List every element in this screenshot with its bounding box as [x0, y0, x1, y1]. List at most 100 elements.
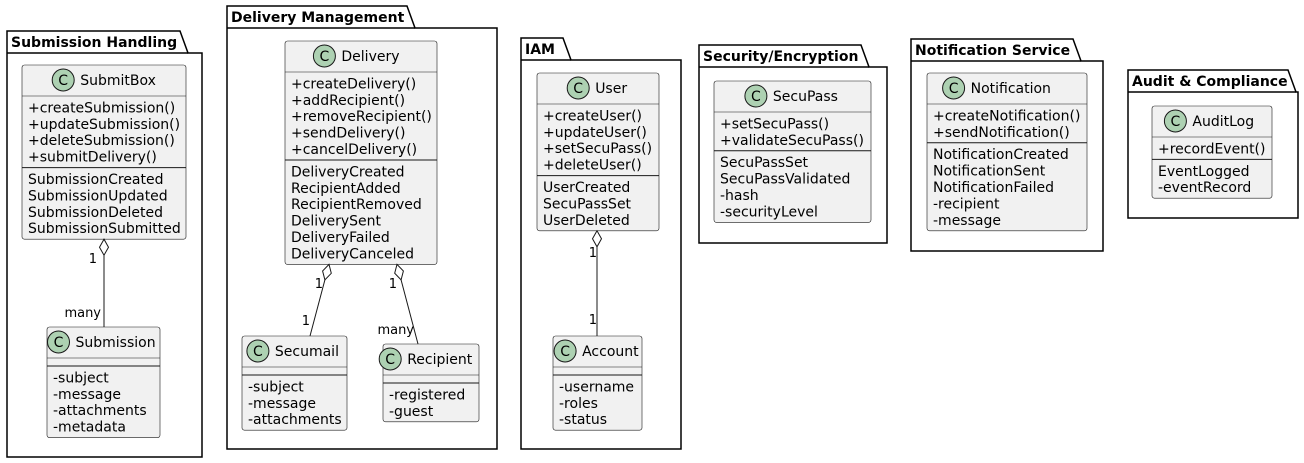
- class-stereotype-letter: C: [560, 344, 570, 360]
- class-name: Notification: [971, 81, 1051, 97]
- class-method: +cancelDelivery(): [291, 142, 417, 158]
- class-submitbox[interactable]: C SubmitBox +createSubmission()+updateSubm…: [21, 64, 187, 240]
- multiplicity-from: 1: [89, 252, 97, 267]
- package-security: Security/Encryption C SecuPass +setSecuPass…: [698, 44, 888, 244]
- class-method: +validateSecuPass(): [720, 133, 864, 149]
- class-method: +deleteUser(): [543, 158, 642, 174]
- class-name: SecuPass: [773, 89, 838, 105]
- class-method: +updateUser(): [543, 125, 647, 141]
- class-method: +submitDelivery(): [28, 150, 157, 166]
- class-method: +setSecuPass(): [543, 141, 652, 157]
- package-title: Submission Handling: [11, 35, 177, 51]
- class-name: User: [595, 81, 627, 97]
- package-iam: IAM C User +createUser()+updateUser()+setSe…: [520, 37, 682, 450]
- class-field: -message: [933, 213, 1001, 229]
- package-audit: Audit & Compliance C AuditLog +recordEvent(…: [1127, 69, 1299, 219]
- class-method: +sendDelivery(): [291, 126, 405, 142]
- multiplicity-to: 1: [589, 313, 597, 328]
- class-field: -status: [559, 412, 607, 428]
- class-submission[interactable]: C Submission -subject-message-attachments-…: [46, 326, 161, 438]
- class-method: +updateSubmission(): [28, 117, 180, 133]
- class-method: +addRecipient(): [291, 93, 405, 109]
- class-field: UserCreated: [543, 180, 630, 196]
- class-field: -message: [53, 387, 121, 403]
- class-field: UserDeleted: [543, 213, 630, 229]
- class-method: +createNotification(): [933, 108, 1080, 124]
- class-field: RecipientAdded: [291, 181, 401, 197]
- class-stereotype-letter: C: [751, 89, 761, 105]
- class-field: -message: [248, 396, 316, 412]
- class-method: +createUser(): [543, 108, 642, 124]
- class-stereotype-letter: C: [58, 73, 68, 89]
- class-field: -recipient: [933, 196, 1000, 212]
- class-field: -attachments: [53, 403, 147, 419]
- class-field: RecipientRemoved: [291, 197, 422, 213]
- class-user[interactable]: C User +createUser()+updateUser()+setSecuP…: [536, 72, 660, 232]
- package-delivery: Delivery Management C Delivery +createDeliv…: [226, 5, 498, 450]
- package-notification: Notification Service C Notification +create…: [910, 38, 1104, 252]
- class-field: -metadata: [53, 420, 126, 436]
- package-title: Notification Service: [915, 43, 1070, 59]
- class-field: -securityLevel: [720, 204, 818, 220]
- class-field: -eventRecord: [1158, 180, 1251, 196]
- class-method: +recordEvent(): [1158, 141, 1265, 157]
- class-field: DeliveryCanceled: [291, 246, 414, 262]
- class-method: +createSubmission(): [28, 100, 175, 116]
- class-field: -subject: [53, 370, 109, 386]
- package-title: Delivery Management: [231, 10, 405, 26]
- class-field: -roles: [559, 396, 598, 412]
- class-account[interactable]: C Account -username-roles-status: [552, 335, 643, 431]
- class-field: -hash: [720, 188, 759, 204]
- class-field: NotificationSent: [933, 164, 1046, 180]
- class-field: DeliveryCreated: [291, 164, 405, 180]
- multiplicity-from: 1: [589, 246, 597, 261]
- class-name: Secumail: [275, 344, 339, 360]
- class-field: -subject: [248, 379, 304, 395]
- class-field: SubmissionDeleted: [28, 205, 163, 221]
- class-name: Delivery: [341, 49, 399, 65]
- class-field: SubmissionSubmitted: [28, 221, 181, 237]
- multiplicity-to: many: [64, 306, 101, 321]
- class-field: SubmissionUpdated: [28, 188, 168, 204]
- class-stereotype-letter: C: [320, 49, 330, 65]
- class-auditlog[interactable]: C AuditLog +recordEvent() EventLogged-event…: [1151, 105, 1273, 199]
- class-method: +removeRecipient(): [291, 109, 432, 125]
- uml-class-diagram: Submission Handling C SubmitBox +createSubm…: [6, 5, 1299, 458]
- class-stereotype-letter: C: [385, 352, 395, 368]
- class-stereotype-letter: C: [573, 81, 583, 97]
- class-field: SecuPassSet: [720, 155, 809, 171]
- class-stereotype-letter: C: [949, 81, 959, 97]
- class-name: Account: [582, 344, 639, 360]
- class-field: -registered: [389, 387, 465, 403]
- package-title: IAM: [525, 42, 555, 58]
- class-stereotype-letter: C: [1171, 114, 1181, 130]
- class-field: -attachments: [248, 412, 342, 428]
- class-field: DeliverySent: [291, 214, 381, 230]
- class-field: -guest: [389, 404, 434, 420]
- class-method: +deleteSubmission(): [28, 133, 175, 149]
- class-recipient[interactable]: C Recipient -registered-guest: [378, 343, 480, 423]
- class-field: NotificationCreated: [933, 147, 1069, 163]
- class-field: SecuPassSet: [543, 196, 632, 212]
- class-method: +createDelivery(): [291, 76, 416, 92]
- package-title: Audit & Compliance: [1132, 74, 1288, 90]
- class-name: AuditLog: [1192, 114, 1254, 130]
- class-stereotype-letter: C: [253, 344, 263, 360]
- class-field: EventLogged: [1158, 164, 1250, 180]
- class-field: DeliveryFailed: [291, 230, 390, 246]
- multiplicity-to: many: [377, 323, 414, 338]
- class-name: SubmitBox: [80, 73, 156, 89]
- class-secupass[interactable]: C SecuPass +setSecuPass()+validateSecuPass…: [713, 80, 872, 223]
- class-notification[interactable]: C Notification +createNotification()+sendN…: [926, 72, 1088, 232]
- class-name: Recipient: [407, 352, 473, 368]
- class-name: Submission: [76, 335, 156, 351]
- class-method: +setSecuPass(): [720, 116, 829, 132]
- multiplicity-from: 1: [315, 277, 323, 292]
- multiplicity-from: 1: [389, 277, 397, 292]
- class-stereotype-letter: C: [54, 335, 64, 351]
- class-field: SubmissionCreated: [28, 172, 164, 188]
- class-delivery[interactable]: C Delivery +createDelivery()+addRecipient(…: [284, 40, 438, 265]
- class-secumail[interactable]: C Secumail -subject-message-attachments: [241, 335, 348, 431]
- package-title: Security/Encryption: [703, 49, 858, 65]
- class-field: NotificationFailed: [933, 180, 1054, 196]
